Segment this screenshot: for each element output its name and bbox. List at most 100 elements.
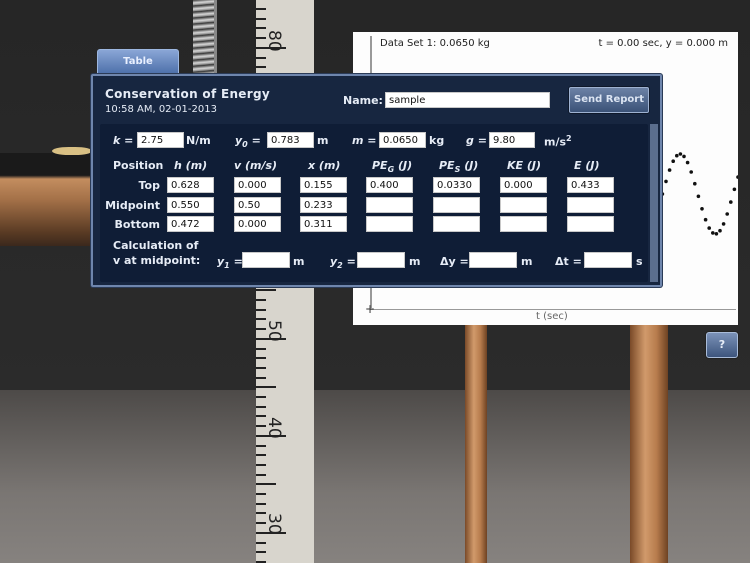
- ruler-tick: [256, 502, 266, 505]
- ruler-tick: [256, 541, 266, 544]
- cell-pes-input[interactable]: [433, 216, 480, 232]
- ruler-tick: [256, 463, 266, 466]
- ruler-tick: [256, 405, 266, 408]
- cell-v-input[interactable]: [234, 177, 281, 193]
- g-label: g =: [466, 134, 487, 147]
- panel-title: Conservation of Energy: [105, 87, 270, 101]
- y2-unit: m: [409, 255, 421, 268]
- help-button[interactable]: ?: [706, 332, 738, 358]
- header-ke: KE (J): [507, 159, 542, 172]
- cell-e-input[interactable]: [567, 177, 614, 193]
- graph-data-point: [707, 226, 711, 230]
- ruler-tick: [256, 473, 266, 476]
- graph-data-point: [729, 200, 733, 204]
- ruler-tick: [256, 37, 266, 40]
- cell-peg-input[interactable]: [366, 197, 413, 213]
- ruler-tick: [256, 299, 266, 301]
- ruler-tick: [256, 366, 266, 369]
- m-input[interactable]: [379, 132, 426, 148]
- ruler-tick: [256, 376, 266, 379]
- ruler-tick: [256, 434, 286, 437]
- cell-pes-input[interactable]: [433, 197, 480, 213]
- cell-ke-input[interactable]: [500, 177, 547, 193]
- row-position-label: Bottom: [114, 218, 160, 231]
- k-unit: N/m: [186, 134, 211, 147]
- support-post-left: [465, 325, 487, 563]
- ruler-tick: [256, 46, 286, 49]
- ruler-tick: [256, 318, 266, 321]
- y1-label: y1 =: [217, 255, 243, 271]
- cell-peg-input[interactable]: [366, 216, 413, 232]
- graph-data-point: [703, 217, 708, 222]
- graph-data-point: [689, 170, 693, 174]
- ruler-tick: [256, 328, 266, 331]
- cell-ke-input[interactable]: [500, 216, 547, 232]
- k-input[interactable]: [137, 132, 184, 148]
- name-label: Name:: [343, 94, 383, 107]
- ruler-tick: [256, 308, 266, 311]
- g-input[interactable]: [489, 132, 535, 148]
- y0-input[interactable]: [267, 132, 314, 148]
- dy-input[interactable]: [469, 252, 517, 268]
- dy-label: Δy =: [440, 255, 469, 268]
- calc-label-line2: v at midpoint:: [113, 254, 201, 267]
- ruler-tick: [256, 347, 266, 350]
- cell-e-input[interactable]: [567, 197, 614, 213]
- y1-input[interactable]: [242, 252, 290, 268]
- dt-label: Δt =: [555, 255, 582, 268]
- cell-h-input[interactable]: [167, 177, 214, 193]
- y2-input[interactable]: [357, 252, 405, 268]
- graph-data-point: [700, 207, 704, 211]
- graph-data-point: [693, 181, 697, 186]
- graph-data-point: [718, 228, 722, 233]
- cell-h-input[interactable]: [167, 216, 214, 232]
- cell-x-input[interactable]: [300, 216, 347, 232]
- ruler-tick: [256, 66, 266, 69]
- ruler-tick: [256, 386, 276, 389]
- name-input[interactable]: [385, 92, 550, 108]
- graph-data-point: [696, 194, 701, 199]
- cell-e-input[interactable]: [567, 216, 614, 232]
- dt-input[interactable]: [584, 252, 632, 268]
- y1-unit: m: [293, 255, 305, 268]
- header-h: h (m): [174, 159, 208, 172]
- graph-data-point: [682, 154, 686, 159]
- dy-unit: m: [521, 255, 533, 268]
- graph-data-point: [732, 187, 737, 192]
- dt-unit: s: [636, 255, 643, 268]
- table-scrollbar[interactable]: [650, 124, 658, 282]
- ruler-tick: [256, 27, 266, 30]
- graph-data-point: [736, 175, 738, 179]
- ruler-tick: [256, 56, 266, 59]
- cell-x-input[interactable]: [300, 177, 347, 193]
- ruler-tick: [256, 17, 266, 20]
- cell-v-input[interactable]: [234, 197, 281, 213]
- graph-data-point: [685, 160, 690, 165]
- cell-v-input[interactable]: [234, 216, 281, 232]
- graph-data-point: [714, 232, 719, 236]
- cell-h-input[interactable]: [167, 197, 214, 213]
- calc-label-line1: Calculation of: [113, 239, 199, 252]
- header-position: Position: [113, 159, 164, 172]
- cell-ke-input[interactable]: [500, 197, 547, 213]
- support-post-right: [630, 325, 668, 563]
- ruler-tick: [256, 289, 276, 292]
- graph-data-point: [675, 153, 679, 158]
- ruler-tick: [256, 512, 266, 515]
- ruler-tick: [256, 415, 266, 418]
- send-report-button[interactable]: Send Report: [569, 87, 649, 113]
- cell-pes-input[interactable]: [433, 177, 480, 193]
- spring-rod: [214, 0, 217, 75]
- g-unit: m/s2: [544, 134, 572, 149]
- cell-peg-input[interactable]: [366, 177, 413, 193]
- row-position-label: Top: [138, 179, 160, 192]
- ruler-tick: [256, 396, 266, 398]
- ruler-tick: [256, 551, 266, 554]
- ruler-tick: [256, 493, 266, 495]
- table-tab-button[interactable]: Table: [97, 49, 179, 75]
- cell-x-input[interactable]: [300, 197, 347, 213]
- y0-unit: m: [317, 134, 329, 147]
- header-pes: PES (J): [439, 159, 479, 175]
- wooden-beam: [0, 153, 95, 246]
- graph-data-point: [721, 222, 726, 226]
